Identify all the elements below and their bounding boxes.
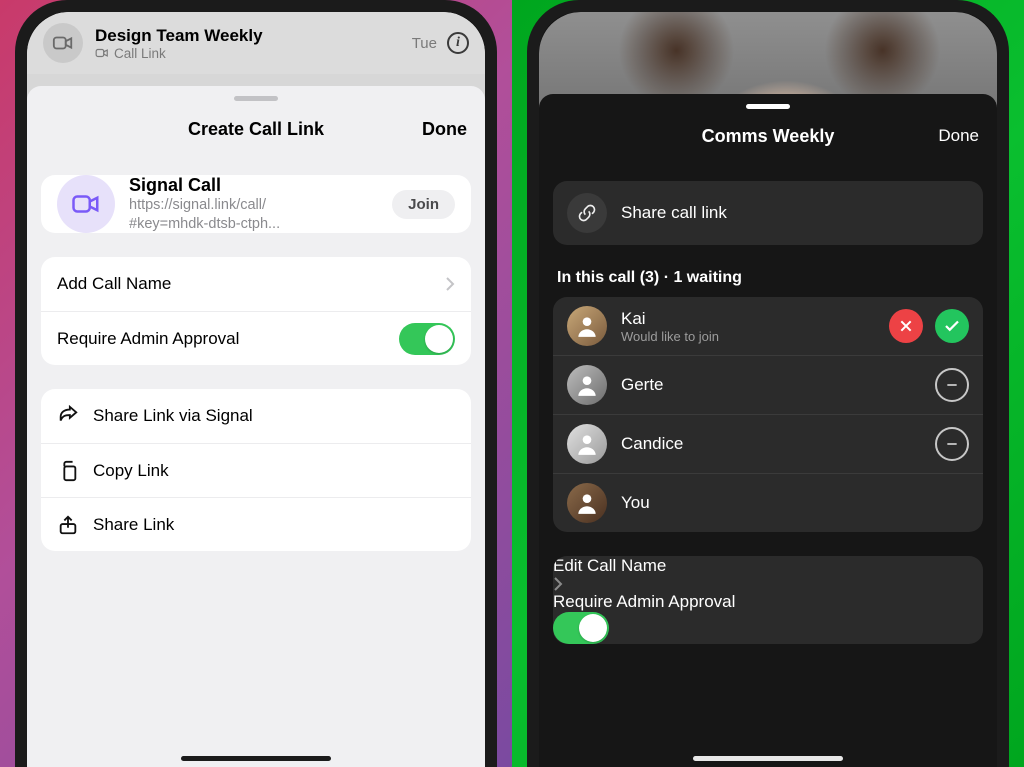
sheet-title: Comms Weekly xyxy=(702,126,835,147)
participant-name: You xyxy=(621,493,650,513)
require-admin-row: Require Admin Approval xyxy=(553,592,983,644)
add-call-name-row[interactable]: Add Call Name xyxy=(41,257,471,311)
done-button[interactable]: Done xyxy=(938,126,979,146)
video-icon xyxy=(57,175,115,233)
sheet-grabber[interactable] xyxy=(746,104,790,109)
avatar xyxy=(567,424,607,464)
done-button[interactable]: Done xyxy=(422,119,467,140)
row-label: Copy Link xyxy=(93,461,169,481)
chevron-right-icon xyxy=(553,576,983,592)
video-icon xyxy=(95,46,109,60)
deny-button[interactable] xyxy=(889,309,923,343)
share-link-row[interactable]: Share Link xyxy=(41,497,471,551)
require-admin-toggle[interactable] xyxy=(553,612,609,644)
link-icon xyxy=(567,193,607,233)
chat-title: Design Team Weekly xyxy=(95,26,263,46)
remove-button[interactable] xyxy=(935,427,969,461)
share-icon xyxy=(57,514,79,536)
home-indicator[interactable] xyxy=(693,756,843,761)
chevron-right-icon xyxy=(445,276,455,292)
participant-name: Kai xyxy=(621,309,719,329)
row-label: Require Admin Approval xyxy=(57,329,239,349)
edit-call-name-row[interactable]: Edit Call Name xyxy=(553,556,983,592)
avatar xyxy=(567,306,607,346)
participant-status: Would like to join xyxy=(621,329,719,344)
sheet-grabber[interactable] xyxy=(234,96,278,101)
require-admin-toggle[interactable] xyxy=(399,323,455,355)
signal-call-url: https://signal.link/call/ #key=mhdk-dtsb… xyxy=(129,196,280,232)
in-this-call-header: In this call (3) · 1 waiting xyxy=(557,269,979,287)
row-label: Share Link xyxy=(93,515,174,535)
call-controls-sheet: Comms Weekly Done Share call link In thi… xyxy=(539,94,997,767)
row-label: Share call link xyxy=(621,203,727,223)
approve-button[interactable] xyxy=(935,309,969,343)
chat-subtitle: Call Link xyxy=(114,46,166,61)
home-indicator[interactable] xyxy=(181,756,331,761)
participant-row: Gerte xyxy=(553,355,983,414)
video-icon xyxy=(43,23,83,63)
chat-time: Tue xyxy=(412,35,437,52)
remove-button[interactable] xyxy=(935,368,969,402)
join-button[interactable]: Join xyxy=(392,190,455,219)
share-call-link-row[interactable]: Share call link xyxy=(553,181,983,245)
copy-link-row[interactable]: Copy Link xyxy=(41,443,471,497)
create-call-link-sheet: Create Call Link Done Signal Call https xyxy=(27,86,485,767)
signal-call-row[interactable]: Signal Call https://signal.link/call/ #k… xyxy=(41,175,471,233)
participant-row: Candice xyxy=(553,414,983,473)
participant-name: Gerte xyxy=(621,375,664,395)
row-label: Add Call Name xyxy=(57,274,171,294)
sheet-title: Create Call Link xyxy=(188,119,324,140)
share-arrow-icon xyxy=(57,405,79,427)
share-via-signal-row[interactable]: Share Link via Signal xyxy=(41,389,471,443)
chat-list-row[interactable]: Design Team Weekly Call Link Tue i xyxy=(27,12,485,74)
participant-row: You xyxy=(553,473,983,532)
participants-list: Kai Would like to join xyxy=(553,297,983,532)
info-icon[interactable]: i xyxy=(447,32,469,54)
row-label: Require Admin Approval xyxy=(553,592,735,611)
participant-name: Candice xyxy=(621,434,683,454)
row-label: Edit Call Name xyxy=(553,556,666,575)
signal-call-title: Signal Call xyxy=(129,175,280,196)
copy-icon xyxy=(57,460,79,482)
require-admin-row: Require Admin Approval xyxy=(41,311,471,365)
avatar xyxy=(567,483,607,523)
row-label: Share Link via Signal xyxy=(93,406,253,426)
avatar xyxy=(567,365,607,405)
participant-row: Kai Would like to join xyxy=(553,297,983,355)
